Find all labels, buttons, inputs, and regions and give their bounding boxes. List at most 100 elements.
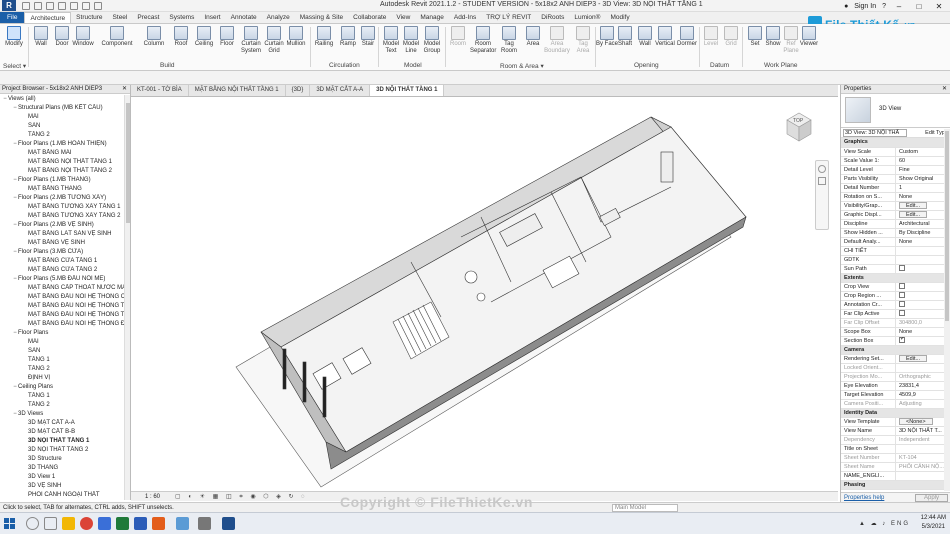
property-row[interactable]: Scale Value 1: 60 [841,156,950,166]
property-row[interactable]: CHI TIẾT [841,246,950,256]
print-icon[interactable] [70,1,78,10]
property-value[interactable]: Custom [895,147,950,157]
property-value[interactable]: By Discipline [895,228,950,238]
browser-view-item[interactable]: TẦNG 1 [0,392,130,401]
property-row[interactable]: Parts Visibility Show Original [841,174,950,184]
minimize-button[interactable]: – [892,2,906,11]
property-row[interactable]: Rendering Set... Edit... [841,354,950,364]
property-value[interactable]: 60 [895,156,950,166]
browser-view-item[interactable]: MÁI [0,113,130,122]
property-row[interactable]: Eye Elevation 23831,4 [841,381,950,391]
tab-insert[interactable]: Insert [199,12,225,23]
tab-massing-site[interactable]: Massing & Site [295,12,348,23]
component-button[interactable]: Component [101,26,133,48]
browser-group-item[interactable]: −Floor Plans (5.MB ĐẦU NỐI ME) [0,275,130,284]
project-browser-scrollbar[interactable] [124,95,130,500]
property-checkbox[interactable] [899,301,905,308]
tag-area-button[interactable]: Tag Area [572,26,594,55]
browser-group-item[interactable]: −Ceiling Plans [0,383,130,392]
browser-view-item[interactable]: MẶT BẰNG ĐẦU NỐI HỆ THỐNG T [0,302,130,311]
view-scale[interactable]: 1 : 60 [145,492,160,502]
property-value[interactable]: 304800,0 [895,318,950,328]
open-icon[interactable] [22,1,30,10]
room-separator-button[interactable]: Room Separator [470,26,496,55]
sign-in-link[interactable]: Sign In [854,3,876,10]
property-row[interactable]: Crop View [841,282,950,292]
revit-taskbar-icon[interactable] [222,517,235,530]
view-tab-floor-plan[interactable]: MẶT BẰNG NỘI THẤT TẦNG 1 [189,85,286,96]
browser-view-item[interactable]: 3D NỘI THẤT TẦNG 1 [0,437,130,446]
browser-view-item[interactable]: 3D Structure [0,455,130,464]
property-row[interactable]: Scope Box None [841,327,950,337]
property-row[interactable]: Target Elevation 4509,9 [841,390,950,400]
browser-view-item[interactable]: MẶT BẰNG VỆ SINH [0,239,130,248]
view-tab-3d[interactable]: {3D} [286,85,311,96]
grid-button[interactable]: Grid [720,26,742,48]
browser-view-item[interactable]: 3D MẶT CẮT A-A [0,419,130,428]
property-value[interactable] [895,255,950,265]
property-value[interactable]: Architectural [895,219,950,229]
property-row[interactable]: Crop Region ... [841,291,950,301]
zoom-app-icon[interactable] [98,517,111,530]
property-value[interactable]: None [895,192,950,202]
ceiling-button[interactable]: Ceiling [193,26,215,48]
browser-view-item[interactable]: ĐỊNH VỊ [0,374,130,383]
browser-view-item[interactable]: MẶT BẰNG CỬA TẦNG 1 [0,257,130,266]
model-line-button[interactable]: Model Line [400,26,422,55]
property-edit-button[interactable]: Edit... [899,354,928,362]
property-category[interactable]: Camera [841,345,950,355]
property-value[interactable] [895,264,950,274]
browser-group-item[interactable]: −Floor Plans [0,329,130,338]
browser-view-item[interactable]: TẦNG 1 [0,356,130,365]
tab-view[interactable]: View [391,12,415,23]
windows-start-icon[interactable] [4,518,16,530]
property-value[interactable]: Edit... [895,201,950,211]
properties-help-link[interactable]: Properties help [844,495,884,501]
drawing-viewport[interactable] [131,97,838,490]
steering-wheel-icon[interactable] [818,165,826,173]
wall-opening-button[interactable]: Wall [634,26,656,48]
property-value[interactable] [895,471,950,481]
tab-structure[interactable]: Structure [71,12,107,23]
browser-group-item[interactable]: −Floor Plans (1.MB HOÀN THIỆN) [0,140,130,149]
type-selector[interactable]: 3D View [841,94,950,128]
window-button[interactable]: Window [72,26,94,48]
browser-view-item[interactable]: MẶT BẰNG NỘI THẤT TẦNG 1 [0,158,130,167]
tab-annotate[interactable]: Annotate [226,12,262,23]
viewcube[interactable]: TOP [783,110,815,144]
property-value[interactable]: None [895,327,950,337]
browser-view-item[interactable]: TẦNG 2 [0,131,130,140]
revit-app-button[interactable]: R [2,0,16,11]
browser-view-item[interactable]: 3D View 1 [0,473,130,482]
browser-view-item[interactable]: MẶT BẰNG ĐẦU NỐI HỆ THỐNG C [0,293,130,302]
browser-group-item[interactable]: −Floor Plans (2.MB VỆ SINH) [0,221,130,230]
clock[interactable]: 12:44 AM 5/3/2021 [921,514,946,532]
property-value[interactable] [895,300,950,310]
browser-view-item[interactable]: MẶT BẰNG ĐẦU NỐI HỆ THỐNG T [0,311,130,320]
modify-button[interactable]: Modify [3,26,25,48]
property-value[interactable]: PHỐI CẢNH NỘ... [895,462,950,472]
property-row[interactable]: Section Box [841,336,950,346]
property-value[interactable] [895,336,950,346]
property-value[interactable] [895,444,950,454]
property-value[interactable]: Edit... [895,354,950,364]
curtain-system-button[interactable]: Curtain System [240,26,262,55]
word-icon[interactable] [134,517,147,530]
property-row[interactable]: Sun Path [841,264,950,274]
property-value[interactable] [895,363,950,373]
tab-steel[interactable]: Steel [108,12,133,23]
property-row[interactable]: Title on Sheet [841,444,950,454]
tab-manage[interactable]: Manage [415,12,449,23]
property-row[interactable]: Rotation on S... None [841,192,950,202]
browser-view-item[interactable]: MẶT BẰNG NỘI THẤT TẦNG 2 [0,167,130,176]
browser-view-item[interactable]: MẶT BẰNG THANG [0,185,130,194]
tab-collaborate[interactable]: Collaborate [348,12,391,23]
property-checkbox[interactable] [899,310,905,317]
navigation-bar[interactable] [815,160,829,230]
column-button[interactable]: Column [143,26,165,48]
undo-icon[interactable] [46,1,54,10]
property-value[interactable]: Show Original [895,174,950,184]
railing-button[interactable]: Railing [313,26,335,48]
task-view-icon[interactable] [44,517,57,530]
instance-dropdown[interactable]: 3D View: 3D NỘI THẤ [843,128,907,137]
